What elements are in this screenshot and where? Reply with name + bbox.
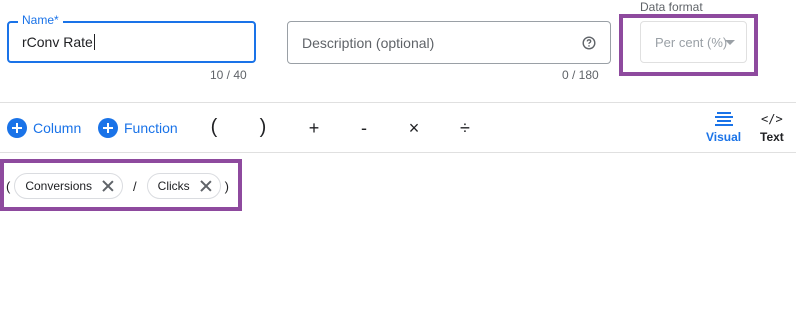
toolbar-top-divider	[0, 102, 796, 103]
data-format-title: Data format	[640, 0, 703, 14]
formula-close-paren: )	[224, 178, 230, 194]
name-field[interactable]: Name* rConv Rate	[7, 13, 256, 63]
description-char-counter: 0 / 180	[562, 68, 599, 82]
formula-chip-conversions[interactable]: Conversions	[14, 173, 124, 199]
code-icon: </>	[761, 112, 783, 126]
add-circle-icon	[7, 118, 27, 138]
add-circle-icon	[98, 118, 118, 138]
data-format-value: Per cent (%)	[655, 35, 728, 50]
visual-mode-button[interactable]: Visual	[706, 112, 741, 144]
name-field-value[interactable]: rConv Rate	[22, 34, 95, 50]
name-field-label: Name*	[18, 13, 63, 27]
close-icon[interactable]	[102, 180, 114, 192]
text-mode-button[interactable]: </> Text	[760, 112, 784, 144]
help-circle-icon[interactable]	[582, 36, 596, 50]
add-column-label: Column	[33, 120, 82, 136]
formula-open-paren: (	[6, 178, 11, 194]
description-field[interactable]: Description (optional)	[287, 21, 611, 64]
visual-editor-icon	[714, 112, 733, 126]
data-format-select[interactable]: Per cent (%)	[640, 21, 747, 63]
open-paren-button[interactable]: (	[202, 116, 226, 139]
visual-mode-label: Visual	[706, 130, 742, 144]
formula-chip-clicks[interactable]: Clicks	[146, 173, 221, 199]
formula-expression[interactable]: ( Conversions / Clicks )	[6, 173, 229, 199]
chip-label: Conversions	[25, 179, 93, 193]
formula-operator: /	[133, 178, 137, 194]
add-column-button[interactable]: Column	[7, 118, 81, 138]
description-placeholder: Description (optional)	[302, 35, 435, 51]
name-char-counter: 10 / 40	[210, 68, 247, 82]
close-icon[interactable]	[200, 180, 212, 192]
text-caret	[93, 34, 95, 50]
toolbar-bottom-divider	[0, 152, 796, 153]
close-paren-button[interactable]: )	[251, 116, 275, 139]
plus-button[interactable]: +	[302, 118, 326, 139]
add-function-button[interactable]: Function	[98, 118, 178, 138]
divide-button[interactable]: ÷	[453, 118, 477, 139]
add-function-label: Function	[124, 120, 178, 136]
chip-label: Clicks	[157, 179, 190, 193]
text-mode-label: Text	[760, 130, 784, 144]
dropdown-arrow-icon	[725, 40, 735, 45]
minus-button[interactable]: -	[352, 118, 376, 139]
multiply-button[interactable]: ×	[402, 118, 426, 139]
